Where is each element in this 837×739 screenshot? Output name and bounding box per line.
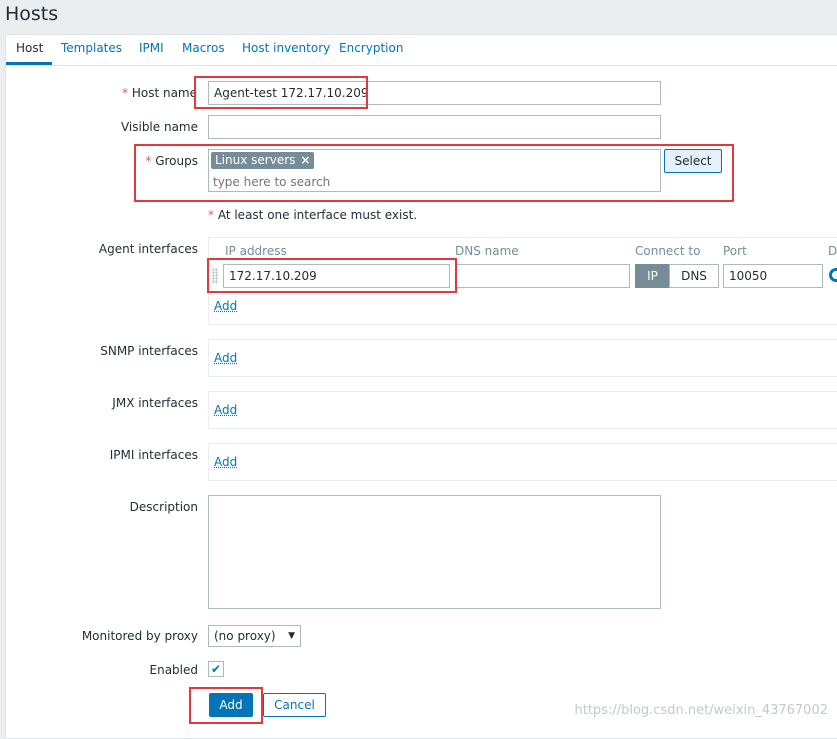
col-default: D	[828, 244, 837, 258]
snmp-interfaces-label: SNMP interfaces	[100, 344, 198, 358]
proxy-select[interactable]: (no proxy) ▼	[208, 625, 301, 647]
host-name-label-text: Host name	[131, 86, 197, 100]
host-name-label: * Host name	[60, 86, 197, 100]
tab-host-inventory[interactable]: Host inventory	[242, 41, 330, 55]
ip-address-highlight	[207, 258, 457, 293]
jmx-interfaces-label: JMX interfaces	[112, 396, 198, 410]
description-label: Description	[129, 500, 198, 514]
add-button-highlight	[189, 687, 263, 724]
tab-bar: Host Templates IPMI Macros Host inventor…	[6, 35, 837, 66]
connect-dns-toggle[interactable]: DNS	[669, 264, 719, 288]
watermark: https://blog.csdn.net/weixin_43767002	[574, 703, 828, 718]
visible-name-input[interactable]	[208, 115, 661, 139]
connect-ip-toggle[interactable]: IP	[635, 264, 670, 288]
col-dns-name: DNS name	[455, 244, 519, 258]
dns-name-input[interactable]	[455, 264, 630, 288]
page-title: Hosts	[5, 3, 59, 25]
tab-ipmi[interactable]: IPMI	[139, 41, 164, 55]
tab-encryption[interactable]: Encryption	[339, 41, 403, 55]
ipmi-interfaces-label: IPMI interfaces	[109, 448, 198, 462]
port-input[interactable]	[723, 264, 823, 288]
interface-warning: * At least one interface must exist.	[208, 208, 417, 222]
add-ipmi-interface-link[interactable]: Add	[214, 455, 237, 469]
chevron-down-icon: ▼	[288, 631, 295, 641]
proxy-label: Monitored by proxy	[81, 629, 198, 643]
col-port: Port	[723, 244, 747, 258]
interface-warning-text: At least one interface must exist.	[217, 208, 418, 222]
agent-interfaces-label: Agent interfaces	[98, 242, 198, 256]
required-mark: *	[122, 86, 128, 100]
add-agent-interface-link[interactable]: Add	[214, 299, 237, 313]
default-interface-radio[interactable]	[829, 268, 837, 282]
visible-name-label: Visible name	[120, 120, 198, 134]
col-ip-address: IP address	[225, 244, 287, 258]
description-textarea[interactable]	[208, 495, 661, 609]
tab-templates[interactable]: Templates	[61, 41, 122, 55]
enabled-label: Enabled	[149, 663, 199, 677]
proxy-select-value: (no proxy)	[214, 629, 276, 643]
cancel-button[interactable]: Cancel	[263, 693, 326, 717]
tab-macros[interactable]: Macros	[182, 41, 225, 55]
add-jmx-interface-link[interactable]: Add	[214, 403, 237, 417]
ipmi-interfaces-section	[208, 443, 837, 481]
active-tab-indicator	[6, 62, 52, 65]
snmp-interfaces-section	[208, 339, 837, 377]
col-connect-to: Connect to	[635, 244, 701, 258]
add-snmp-interface-link[interactable]: Add	[214, 351, 237, 365]
enabled-checkbox[interactable]: ✔	[208, 661, 224, 677]
groups-highlight	[134, 144, 734, 202]
tab-host[interactable]: Host	[16, 41, 43, 55]
required-mark: *	[208, 208, 214, 222]
host-name-highlight	[194, 76, 368, 109]
jmx-interfaces-section	[208, 391, 837, 429]
